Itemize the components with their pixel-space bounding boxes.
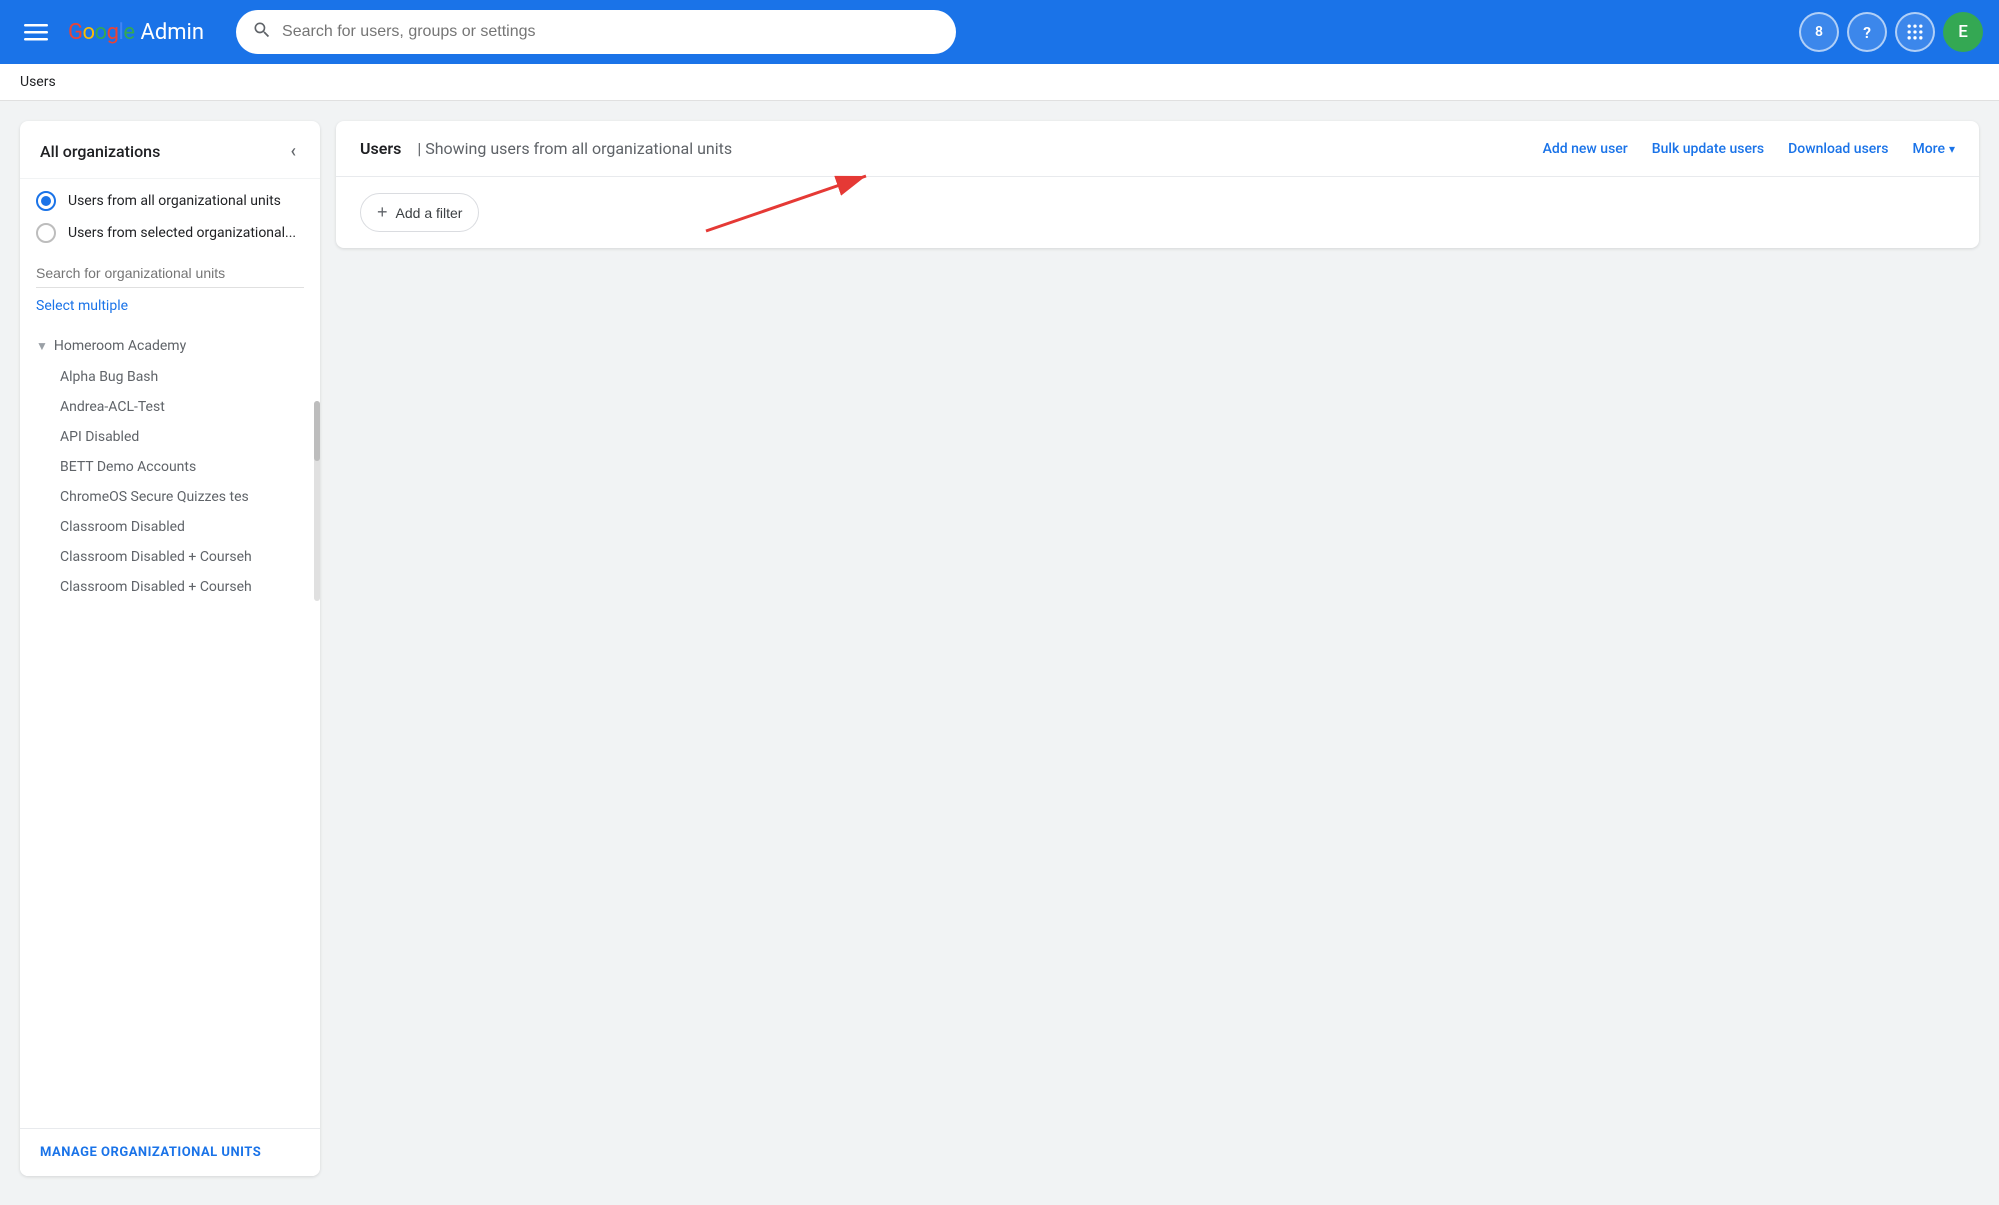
add-new-user-link[interactable]: Add new user [1543, 141, 1628, 157]
panel-subtitle: | Showing users from all organizational … [417, 139, 732, 158]
radio-label-selected: Users from selected organizational... [68, 225, 296, 241]
radio-circle-all [36, 191, 56, 211]
plus-icon: + [377, 202, 388, 223]
org-tree: ▼ Homeroom Academy Alpha Bug Bash Andrea… [20, 326, 320, 1128]
sidebar-scrollbar[interactable] [314, 401, 320, 601]
list-item[interactable]: Classroom Disabled [52, 512, 320, 542]
tree-expand-icon: ▼ [36, 339, 48, 353]
download-users-link[interactable]: Download users [1788, 141, 1888, 157]
list-item[interactable]: Andrea-ACL-Test [52, 392, 320, 422]
user-avatar[interactable]: E [1943, 12, 1983, 52]
add-filter-label: Add a filter [396, 205, 463, 221]
radio-all-orgs[interactable]: Users from all organizational units [36, 191, 304, 211]
sidebar-header: All organizations ‹ [20, 121, 320, 179]
add-filter-button[interactable]: + Add a filter [360, 193, 479, 232]
breadcrumb: Users [0, 64, 1999, 101]
nav-right-actions: 8 ? E [1799, 12, 1983, 52]
hamburger-menu[interactable] [16, 12, 56, 52]
top-nav: Google Admin 8 ? E [0, 0, 1999, 64]
tree-parent-label: Homeroom Academy [54, 338, 186, 354]
main-content: All organizations ‹ Users from all organ… [0, 101, 1999, 1196]
global-search-bar[interactable] [236, 10, 956, 54]
sidebar: All organizations ‹ Users from all organ… [20, 121, 320, 1176]
google-wordmark: Google [68, 20, 134, 45]
help-icon: ? [1863, 23, 1871, 42]
bulk-update-users-link[interactable]: Bulk update users [1652, 141, 1764, 157]
scrollbar-thumb [314, 401, 320, 461]
apps-icon-btn[interactable] [1895, 12, 1935, 52]
more-dropdown-link[interactable]: More ▾ [1912, 141, 1955, 157]
search-icon [252, 20, 272, 45]
select-multiple-link[interactable]: Select multiple [20, 292, 320, 326]
list-item[interactable]: Alpha Bug Bash [52, 362, 320, 392]
tree-parent-homeroom[interactable]: ▼ Homeroom Academy [20, 330, 320, 362]
avatar-letter: E [1958, 22, 1968, 42]
admin-wordmark: Admin [140, 20, 204, 45]
sidebar-title: All organizations [40, 142, 160, 161]
sidebar-radio-group: Users from all organizational units User… [20, 179, 320, 251]
list-item[interactable]: Classroom Disabled + Courseh [52, 572, 320, 602]
radio-selected-orgs[interactable]: Users from selected organizational... [36, 223, 304, 243]
manage-org-units-link[interactable]: MANAGE ORGANIZATIONAL UNITS [20, 1128, 320, 1176]
chevron-down-icon: ▾ [1949, 142, 1955, 156]
users-panel-header: Users | Showing users from all organizat… [336, 121, 1979, 177]
list-item[interactable]: ChromeOS Secure Quizzes tes [52, 482, 320, 512]
list-item[interactable]: Classroom Disabled + Courseh [52, 542, 320, 572]
list-item[interactable]: BETT Demo Accounts [52, 452, 320, 482]
radio-label-all: Users from all organizational units [68, 193, 281, 209]
radio-circle-selected [36, 223, 56, 243]
help-icon-btn[interactable]: ? [1847, 12, 1887, 52]
search-input[interactable] [282, 23, 940, 41]
main-panel: Users | Showing users from all organizat… [336, 121, 1979, 248]
google-admin-logo[interactable]: Google Admin [68, 20, 204, 45]
notification-count: 8 [1815, 24, 1823, 40]
notification-icon-btn[interactable]: 8 [1799, 12, 1839, 52]
panel-title: Users [360, 139, 401, 158]
panel-actions: Add new user Bulk update users Download … [1543, 141, 1955, 157]
breadcrumb-label: Users [20, 74, 56, 90]
sidebar-search-container[interactable] [36, 259, 304, 288]
sidebar-search-input[interactable] [36, 259, 304, 288]
filter-area: + Add a filter [336, 177, 1979, 248]
list-item[interactable]: API Disabled [52, 422, 320, 452]
main-panel-wrapper: Users | Showing users from all organizat… [336, 121, 1979, 1176]
tree-children-list: Alpha Bug Bash Andrea-ACL-Test API Disab… [20, 362, 320, 602]
sidebar-collapse-button[interactable]: ‹ [286, 137, 300, 166]
